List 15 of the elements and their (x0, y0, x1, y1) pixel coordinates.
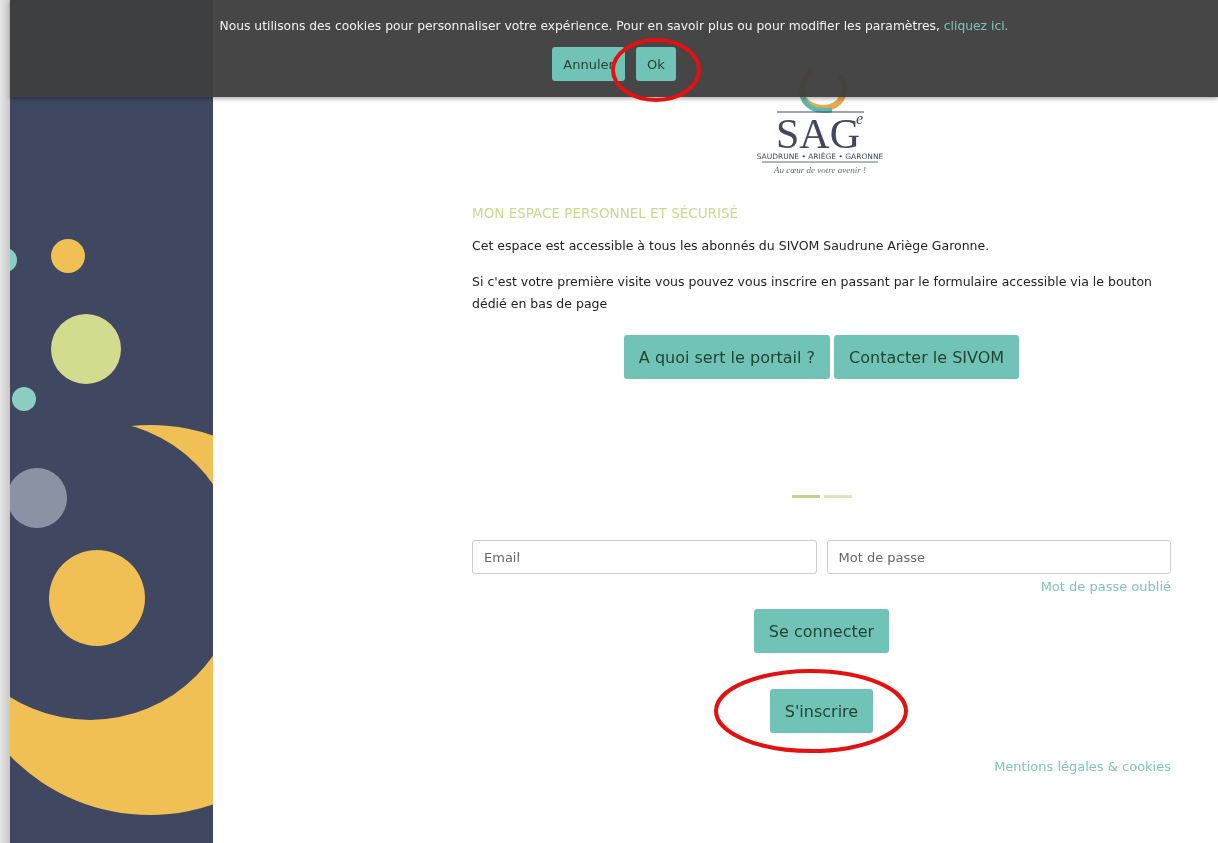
login-button[interactable]: Se connecter (753, 609, 890, 653)
info-text: Cet espace est accessible à tous les abonnés du SIVOM Saudrune Ariège Garonne. (472, 237, 991, 255)
info-button[interactable]: A quoi sert le portail ? (623, 335, 831, 379)
carousel-indicator[interactable] (791, 495, 820, 498)
section-heading: MON ESPACE PERSONNEL ET SÉCURISÉ (472, 205, 739, 221)
password-field[interactable]: Mot de passe (826, 540, 1171, 574)
info-text: Si c'est votre première visite vous pouvez vous inscrire en passant par le formulaire accessible via le bouton dédié en bas de page (472, 273, 1153, 313)
carousel-indicator[interactable] (823, 495, 852, 498)
cookie-button[interactable]: Annuler (552, 47, 625, 81)
cookie-message: Nous utilisons des cookies pour personnaliser votre expérience. Pour en savoir plus ou pour modifier les paramètres, cliquez ici. (219, 19, 1009, 33)
register-button[interactable]: S'inscrire (769, 689, 874, 733)
info-button[interactable]: Contacter le SIVOM (834, 335, 1020, 379)
cookie-settings-link[interactable]: cliquez ici. (943, 19, 1009, 33)
cookie-button[interactable]: Ok (635, 47, 676, 81)
email-field[interactable]: Email (472, 540, 817, 574)
